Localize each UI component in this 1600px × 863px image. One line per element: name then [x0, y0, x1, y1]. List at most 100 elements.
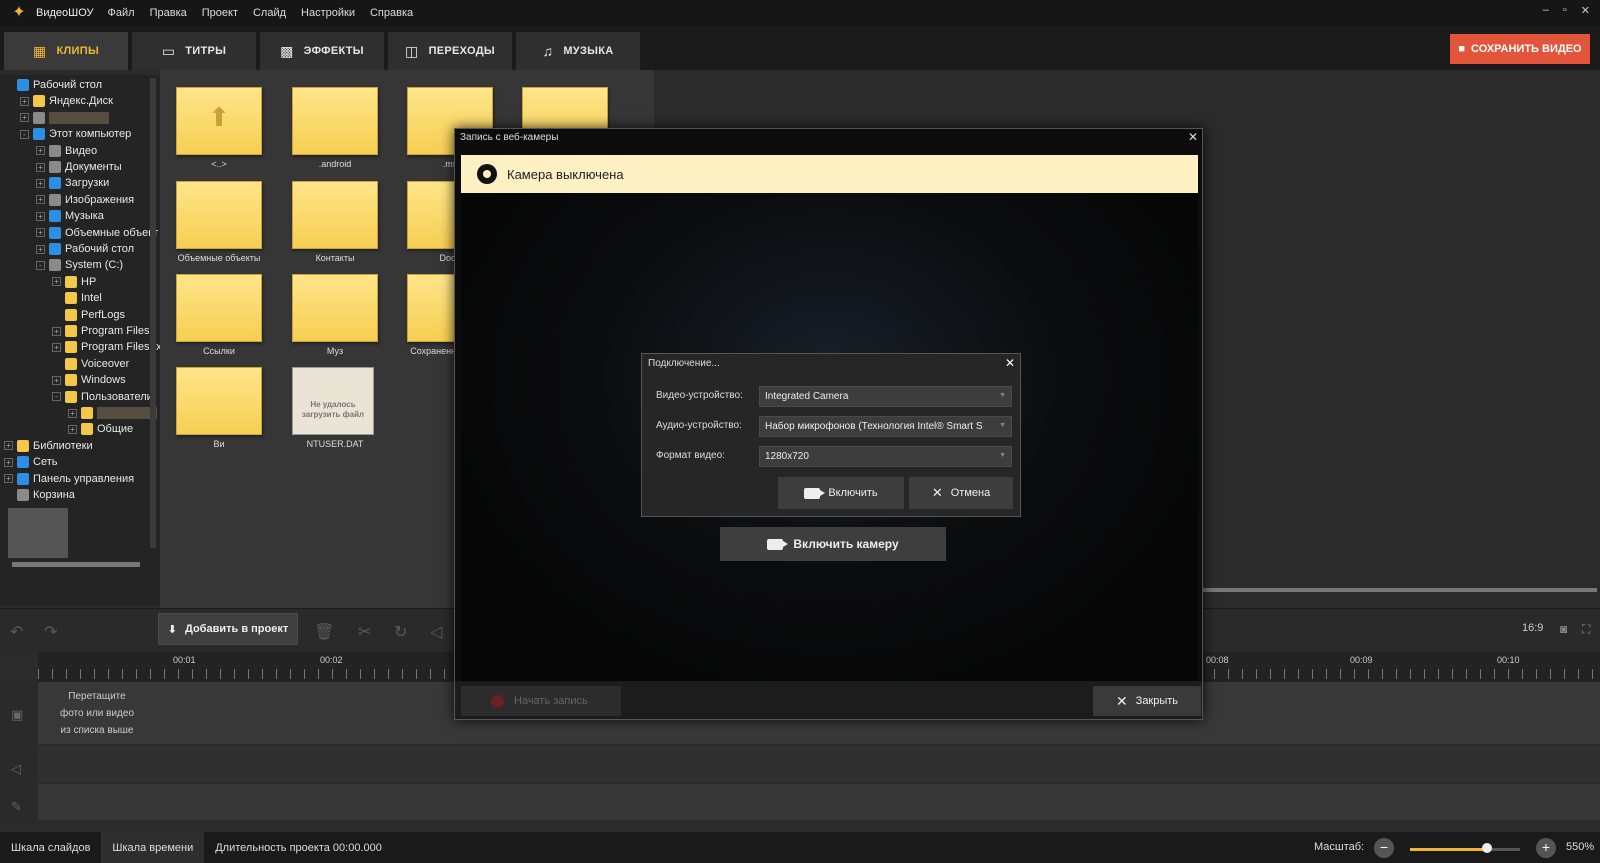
- start-record-button[interactable]: Начать запись: [461, 686, 621, 716]
- zoom-slider-handle[interactable]: [1482, 843, 1492, 853]
- maximize-button[interactable]: ▫: [1563, 4, 1567, 17]
- tree-item[interactable]: + Музыка: [36, 208, 104, 224]
- tab-music[interactable]: ♫ МУЗЫКА: [516, 32, 640, 70]
- folder-tile[interactable]: [176, 274, 262, 342]
- video-device-select[interactable]: Integrated Camera ▼: [759, 386, 1012, 407]
- expand-toggle-icon[interactable]: -: [36, 260, 45, 270]
- folder-tile[interactable]: [292, 181, 378, 249]
- expand-toggle-icon[interactable]: +: [52, 342, 61, 352]
- tree-item[interactable]: +: [68, 405, 157, 421]
- tree-item[interactable]: Рабочий стол: [4, 77, 102, 93]
- tree-item[interactable]: Voiceover: [52, 356, 129, 372]
- expand-toggle-icon[interactable]: +: [36, 244, 45, 254]
- expand-toggle-icon[interactable]: +: [36, 162, 45, 172]
- tab-clips[interactable]: ▦ КЛИПЫ: [4, 32, 128, 70]
- zoom-out-button[interactable]: −: [1374, 838, 1394, 858]
- rotate-icon[interactable]: ↻: [394, 622, 407, 642]
- expand-toggle-icon[interactable]: +: [4, 474, 13, 484]
- volume-icon[interactable]: ◁: [430, 622, 442, 642]
- expand-toggle-icon[interactable]: +: [52, 375, 61, 385]
- expand-toggle-icon[interactable]: +: [36, 228, 45, 238]
- enable-camera-button[interactable]: Включить камеру: [720, 527, 946, 561]
- zoom-in-button[interactable]: +: [1536, 838, 1556, 858]
- tree-item[interactable]: Intel: [52, 290, 102, 306]
- folder-tile[interactable]: [176, 367, 262, 435]
- audio-track[interactable]: [38, 746, 1600, 782]
- folder-tile[interactable]: [292, 87, 378, 155]
- tree-item[interactable]: + Рабочий стол: [36, 241, 134, 257]
- webcam-dialog-close-icon[interactable]: ✕: [1188, 130, 1198, 144]
- tree-item[interactable]: + Изображения: [36, 192, 134, 208]
- tree-item[interactable]: + Windows: [52, 372, 126, 388]
- expand-toggle-icon[interactable]: +: [68, 424, 77, 434]
- expand-toggle-icon[interactable]: +: [52, 277, 61, 287]
- tree-item[interactable]: - Этот компьютер: [20, 126, 131, 142]
- tree-item[interactable]: + HP: [52, 274, 96, 290]
- snapshot-icon[interactable]: ◙: [1560, 622, 1567, 636]
- tree-scrollbar-horizontal[interactable]: [12, 562, 140, 567]
- expand-toggle-icon[interactable]: +: [68, 408, 77, 418]
- audio-device-select[interactable]: Набор микрофонов (Технология Intel® Smar…: [759, 416, 1012, 437]
- expand-toggle-icon[interactable]: +: [36, 195, 45, 205]
- aspect-ratio[interactable]: 16:9: [1522, 622, 1543, 634]
- menu-file[interactable]: Файл: [108, 7, 135, 19]
- tree-item[interactable]: + Документы: [36, 159, 122, 175]
- expand-toggle-icon[interactable]: -: [52, 392, 61, 402]
- slides-scale-tab[interactable]: Шкала слайдов: [0, 832, 101, 863]
- tree-item[interactable]: PerfLogs: [52, 307, 125, 323]
- folder-tile[interactable]: ⬆: [176, 87, 262, 155]
- file-tile[interactable]: Не удалось загрузить файл: [292, 367, 374, 435]
- expand-toggle-icon[interactable]: +: [52, 326, 61, 336]
- menu-slide[interactable]: Слайд: [253, 7, 286, 19]
- add-to-project-button[interactable]: ⬇ Добавить в проект: [158, 613, 298, 645]
- expand-toggle-icon[interactable]: +: [20, 113, 29, 123]
- preview-scrollbar[interactable]: [1185, 588, 1597, 592]
- folder-tile[interactable]: [176, 181, 262, 249]
- tree-item[interactable]: +: [20, 110, 109, 126]
- tab-titles[interactable]: ▭ ТИТРЫ: [132, 32, 256, 70]
- tree-item[interactable]: + Сеть: [4, 454, 57, 470]
- trash-icon[interactable]: 🗑: [314, 622, 334, 642]
- expand-toggle-icon[interactable]: +: [36, 146, 45, 156]
- fullscreen-icon[interactable]: ⛶: [1582, 622, 1590, 637]
- tree-item[interactable]: + Program Files: [52, 323, 149, 339]
- folder-tile[interactable]: [292, 274, 378, 342]
- tree-item[interactable]: Корзина: [4, 487, 75, 503]
- tree-scrollbar-vertical[interactable]: [150, 78, 156, 548]
- close-dialog-button[interactable]: ✕ Закрыть: [1093, 686, 1201, 716]
- menu-project[interactable]: Проект: [202, 7, 238, 19]
- timeline-scale-tab[interactable]: Шкала времени: [101, 832, 205, 863]
- expand-toggle-icon[interactable]: -: [20, 129, 29, 139]
- menu-edit[interactable]: Правка: [150, 7, 187, 19]
- video-format-select[interactable]: 1280x720 ▼: [759, 446, 1012, 467]
- undo-icon[interactable]: ↶: [10, 622, 23, 642]
- close-window-button[interactable]: ✕: [1581, 4, 1590, 17]
- expand-toggle-icon[interactable]: +: [4, 457, 13, 467]
- minimize-button[interactable]: –: [1543, 4, 1549, 17]
- tree-item[interactable]: + Program Files (x: [52, 339, 162, 355]
- menu-help[interactable]: Справка: [370, 7, 413, 19]
- tab-transitions[interactable]: ◫ ПЕРЕХОДЫ: [388, 32, 512, 70]
- menu-settings[interactable]: Настройки: [301, 7, 355, 19]
- expand-toggle-icon[interactable]: +: [4, 441, 13, 451]
- connection-dialog-close-icon[interactable]: ✕: [1005, 356, 1015, 370]
- tree-item[interactable]: - Пользователи: [52, 389, 153, 405]
- expand-toggle-icon[interactable]: +: [20, 96, 29, 106]
- tree-item[interactable]: + Яндекс.Диск: [20, 93, 113, 109]
- scissors-icon[interactable]: ✂: [358, 622, 371, 642]
- tree-item[interactable]: + Общие: [68, 421, 133, 437]
- voice-track[interactable]: [38, 784, 1600, 820]
- enable-button[interactable]: Включить: [778, 477, 904, 509]
- expand-toggle-icon[interactable]: +: [36, 211, 45, 221]
- tree-item[interactable]: - System (C:): [36, 257, 123, 273]
- save-video-button[interactable]: ■ СОХРАНИТЬ ВИДЕО: [1450, 34, 1590, 64]
- expand-toggle-icon[interactable]: +: [36, 178, 45, 188]
- tree-item[interactable]: + Объемные объект: [36, 225, 158, 241]
- cancel-button[interactable]: ✕ Отмена: [909, 477, 1013, 509]
- redo-icon[interactable]: ↷: [44, 622, 57, 642]
- tree-item[interactable]: + Панель управления: [4, 471, 134, 487]
- tree-item[interactable]: + Загрузки: [36, 175, 109, 191]
- tree-item[interactable]: + Видео: [36, 143, 97, 159]
- tab-effects[interactable]: ▩ ЭФФЕКТЫ: [260, 32, 384, 70]
- tree-item[interactable]: + Библиотеки: [4, 438, 93, 454]
